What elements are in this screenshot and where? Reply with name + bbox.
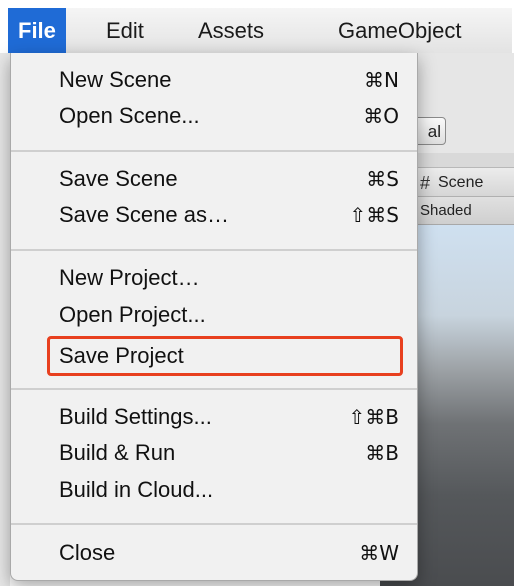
scene-grid-icon: #	[420, 173, 431, 193]
file-menu-dropdown: New Scene ⌘N Open Scene... ⌘O Save Scene…	[10, 53, 418, 581]
menu-item-shortcut: ⌘W	[359, 541, 399, 565]
shading-mode-label: Shaded	[420, 202, 472, 219]
menu-item-label: Build Settings...	[59, 404, 212, 429]
menu-item-label: New Project…	[59, 265, 200, 290]
menu-item-label: Close	[59, 540, 116, 565]
menu-item-save-scene-as[interactable]: Save Scene as… ⇧⌘S	[11, 199, 417, 231]
menu-item-shortcut: ⌘O	[363, 104, 399, 128]
menu-separator	[11, 150, 417, 152]
menu-gameobject[interactable]: GameObject	[328, 8, 472, 53]
menu-item-open-project[interactable]: Open Project...	[11, 299, 417, 331]
menu-assets[interactable]: Assets	[188, 8, 274, 53]
menu-separator	[11, 388, 417, 390]
menu-separator	[11, 249, 417, 251]
scene-tab-label: Scene	[438, 174, 484, 191]
menu-item-shortcut: ⌘B	[365, 441, 399, 465]
menu-item-label: Save Scene as…	[59, 202, 229, 227]
menu-item-build-in-cloud[interactable]: Build in Cloud...	[11, 474, 417, 506]
highlight-outline	[47, 336, 403, 376]
menu-separator	[11, 523, 417, 525]
menu-item-label: Build & Run	[59, 440, 176, 465]
menu-bar: File Edit Assets GameObject	[8, 8, 512, 54]
menu-item-shortcut: ⌘S	[366, 167, 399, 191]
menu-item-label: Build in Cloud...	[59, 477, 214, 502]
menu-item-build-settings[interactable]: Build Settings... ⇧⌘B	[11, 401, 417, 433]
menu-item-label: Save Scene	[59, 166, 178, 191]
background-window-edge	[0, 53, 10, 586]
screen: File Edit Assets GameObject al # Scene S…	[0, 0, 514, 586]
menu-item-new-project[interactable]: New Project…	[11, 262, 417, 294]
menu-item-shortcut: ⌘N	[364, 68, 399, 92]
menu-item-label: Open Scene...	[59, 103, 200, 128]
menu-item-close[interactable]: Close ⌘W	[11, 537, 417, 569]
menu-item-build-and-run[interactable]: Build & Run ⌘B	[11, 437, 417, 469]
menu-file[interactable]: File	[8, 8, 66, 53]
menu-item-save-scene[interactable]: Save Scene ⌘S	[11, 163, 417, 195]
menu-item-label: Open Project...	[59, 302, 206, 327]
menu-item-new-scene[interactable]: New Scene ⌘N	[11, 64, 417, 96]
menu-item-shortcut: ⇧⌘S	[349, 203, 399, 227]
menu-edit[interactable]: Edit	[96, 8, 154, 53]
menu-item-shortcut: ⇧⌘B	[348, 405, 399, 429]
menu-item-label: New Scene	[59, 67, 172, 92]
menu-item-open-scene[interactable]: Open Scene... ⌘O	[11, 100, 417, 132]
